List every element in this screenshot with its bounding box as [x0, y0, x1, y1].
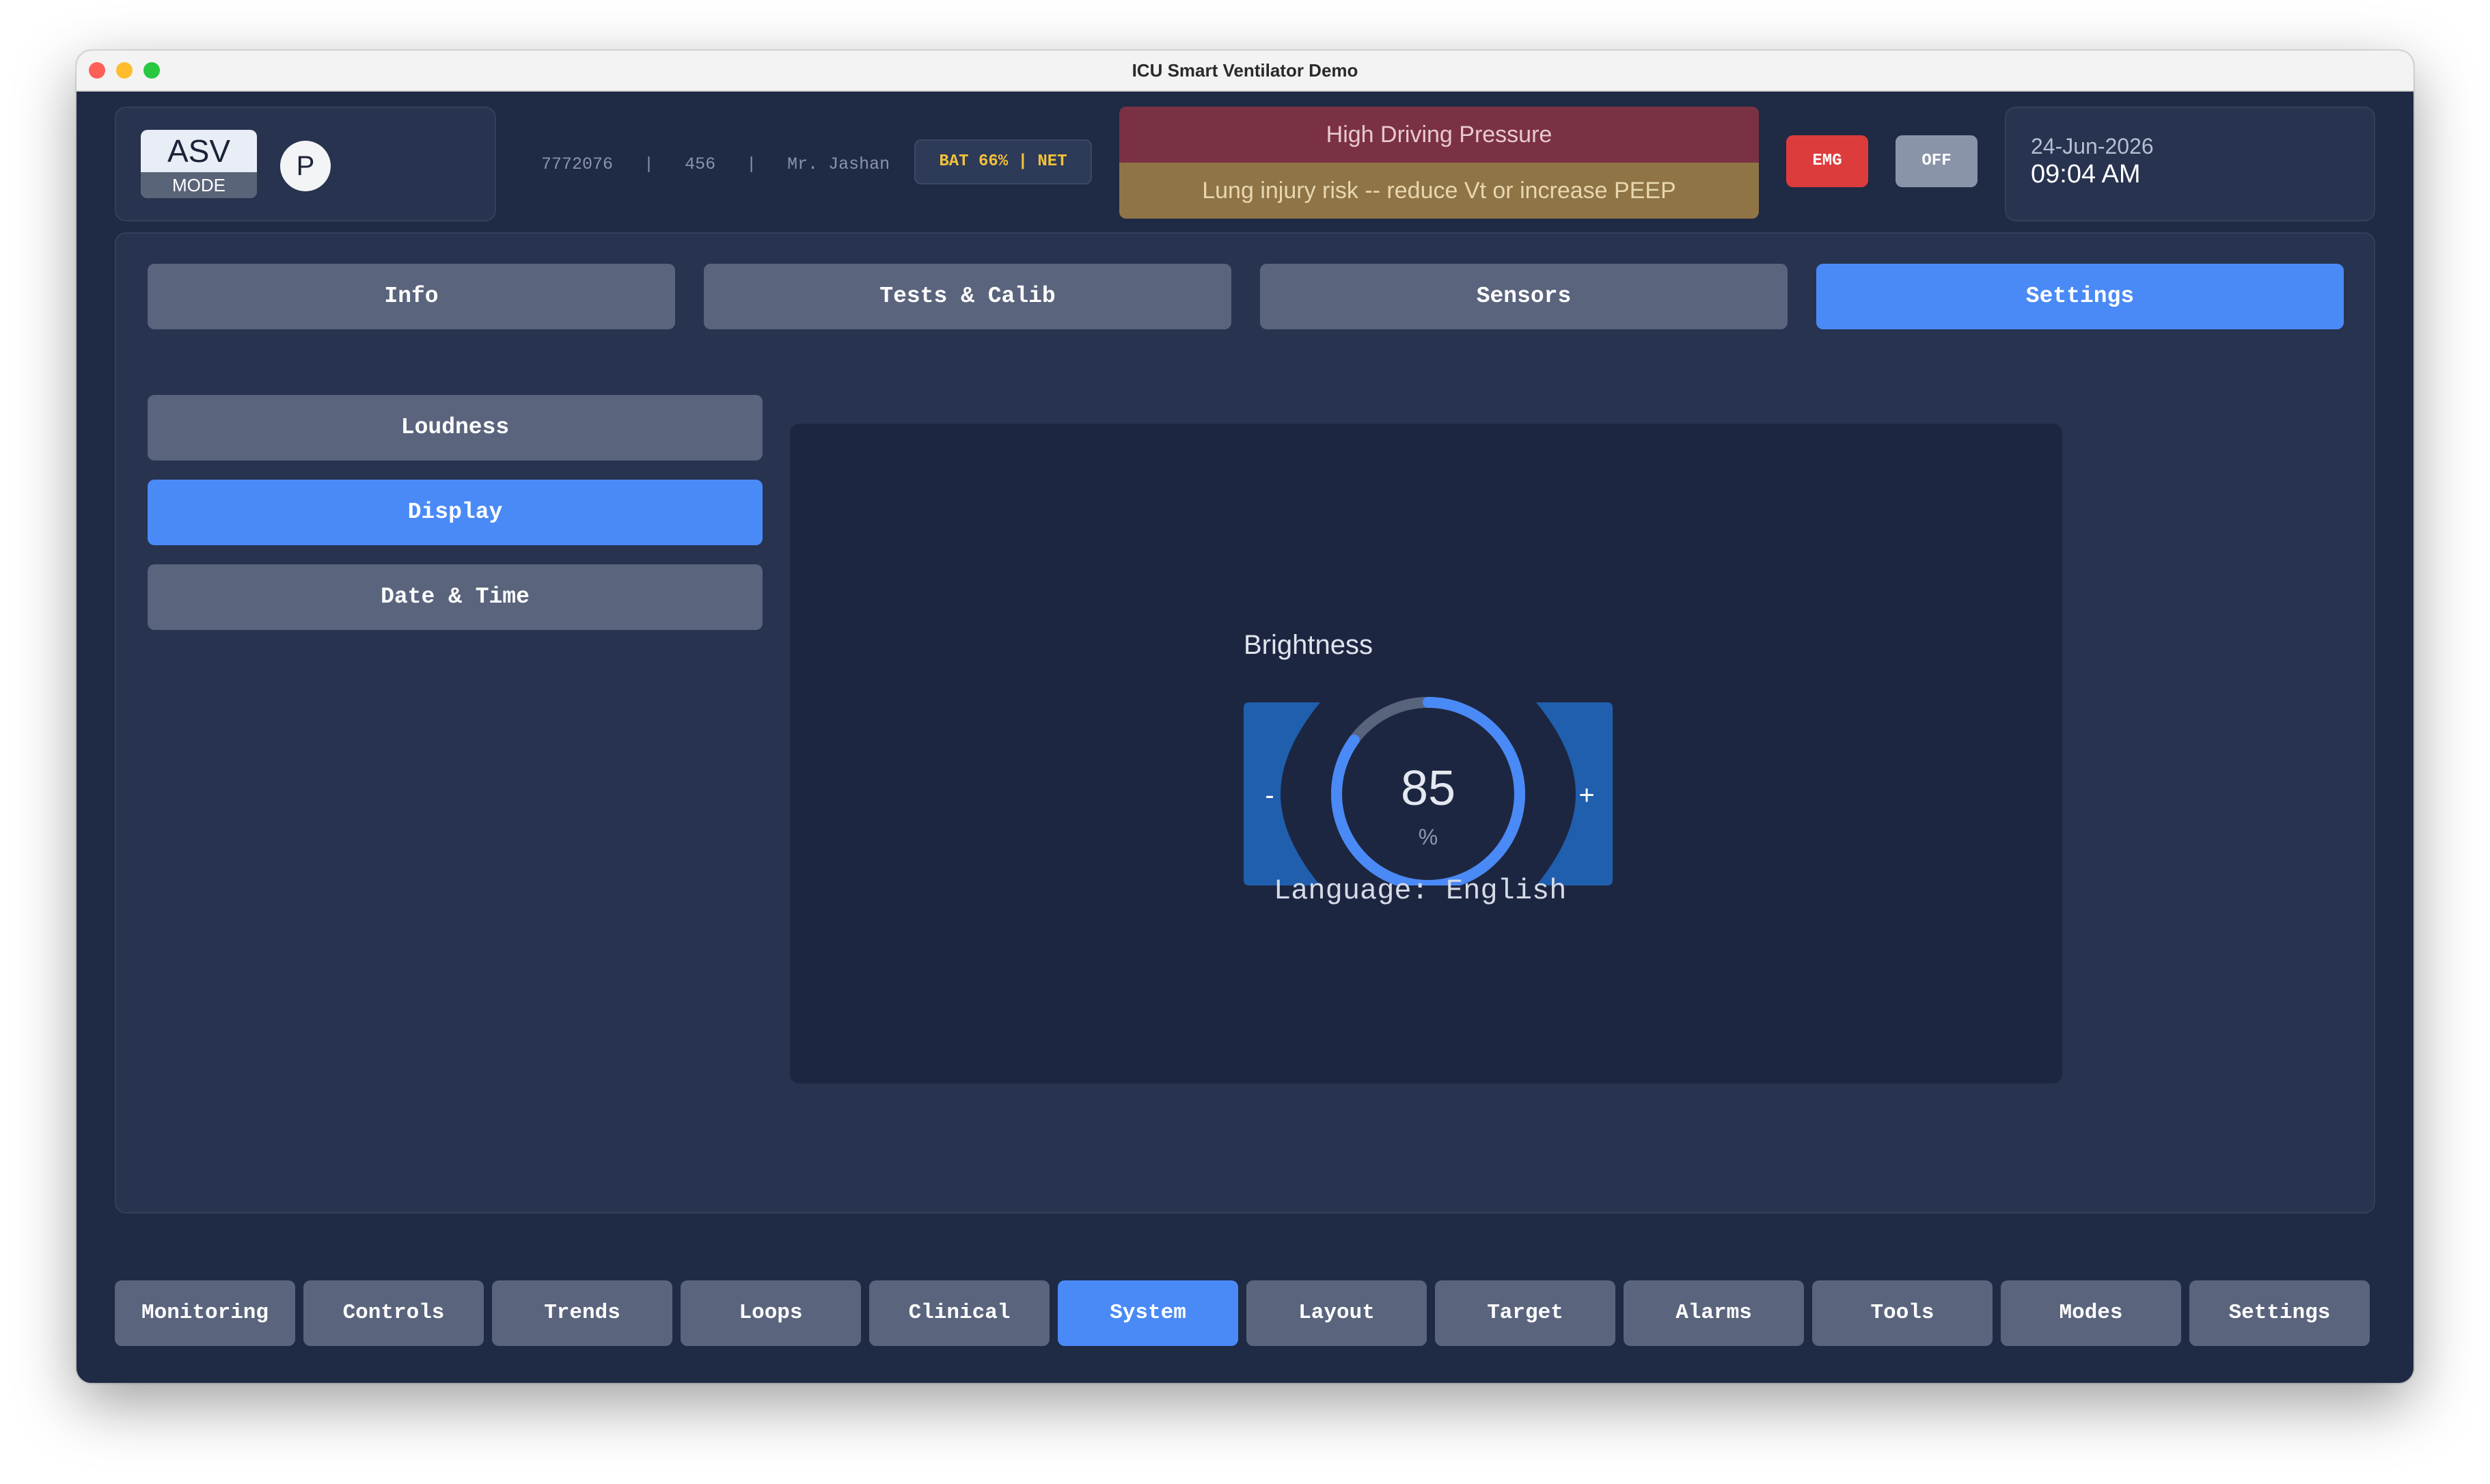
- tab-settings[interactable]: Settings: [1816, 264, 2344, 329]
- nav-controls[interactable]: Controls: [303, 1280, 484, 1346]
- menu-item-date-time[interactable]: Date & Time: [148, 564, 763, 630]
- patient-name: Mr. Jashan: [787, 154, 890, 174]
- off-button[interactable]: OFF: [1896, 135, 1978, 187]
- nav-settings[interactable]: Settings: [2189, 1280, 2370, 1346]
- brightness-unit: %: [1419, 825, 1438, 849]
- emergency-button[interactable]: EMG: [1786, 135, 1868, 187]
- brightness-label: Brightness: [1244, 630, 1373, 660]
- tab-tests-calib[interactable]: Tests & Calib: [704, 264, 1231, 329]
- title-bar: ICU Smart Ventilator Demo: [77, 51, 2413, 92]
- ventilator-screen: ASV MODE P 7772076 | 456 | Mr. Jashan BA…: [77, 92, 2413, 1383]
- battery-network-status: BAT 66% | NET: [914, 139, 1092, 184]
- minus-icon: -: [1265, 780, 1274, 810]
- nav-monitoring[interactable]: Monitoring: [115, 1280, 295, 1346]
- time-display: 09:04 AM: [2031, 160, 2141, 189]
- nav-system[interactable]: System: [1058, 1280, 1238, 1346]
- bed-number: 456: [685, 154, 716, 174]
- plus-icon: +: [1578, 780, 1594, 810]
- nav-tools[interactable]: Tools: [1812, 1280, 1993, 1346]
- separator: |: [644, 154, 655, 174]
- profile-avatar[interactable]: P: [280, 141, 331, 191]
- window-title: ICU Smart Ventilator Demo: [1132, 60, 1358, 81]
- language-setting[interactable]: Language: English: [1274, 875, 1566, 907]
- patient-info: 7772076 | 456 | Mr. Jashan: [541, 154, 890, 174]
- brightness-decrease-button[interactable]: [1244, 702, 1320, 885]
- patient-id: 7772076: [541, 154, 614, 174]
- nav-clinical[interactable]: Clinical: [869, 1280, 1050, 1346]
- nav-trends[interactable]: Trends: [492, 1280, 672, 1346]
- brightness-value: 85: [1401, 761, 1455, 816]
- nav-target[interactable]: Target: [1435, 1280, 1615, 1346]
- alarm-message[interactable]: Lung injury risk -- reduce Vt or increas…: [1119, 163, 1759, 219]
- alarm-title[interactable]: High Driving Pressure: [1119, 107, 1759, 163]
- date-display: 24-Jun-2026: [2031, 134, 2154, 159]
- app-window: ICU Smart Ventilator Demo ASV MODE P 777…: [77, 51, 2413, 1383]
- separator: |: [746, 154, 757, 174]
- tab-info[interactable]: Info: [148, 264, 675, 329]
- menu-item-loudness[interactable]: Loudness: [148, 395, 763, 461]
- mode-panel: ASV MODE P: [115, 107, 496, 221]
- mode-name: ASV: [167, 133, 231, 169]
- tab-sensors[interactable]: Sensors: [1260, 264, 1788, 329]
- nav-loops[interactable]: Loops: [681, 1280, 861, 1346]
- nav-alarms[interactable]: Alarms: [1624, 1280, 1804, 1346]
- brightness-increase-button[interactable]: [1536, 702, 1613, 885]
- brightness-dial: - + 85 %: [1244, 697, 1613, 885]
- menu-item-display[interactable]: Display: [148, 480, 763, 545]
- nav-layout[interactable]: Layout: [1246, 1280, 1427, 1346]
- nav-modes[interactable]: Modes: [2001, 1280, 2181, 1346]
- mode-label: MODE: [141, 172, 257, 198]
- mode-badge[interactable]: ASV MODE: [141, 130, 257, 198]
